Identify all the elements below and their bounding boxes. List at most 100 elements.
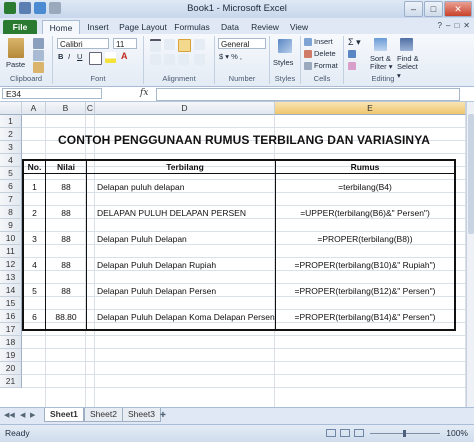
cell-no[interactable]: 6 — [24, 312, 45, 322]
format-cells-icon[interactable] — [304, 62, 312, 70]
cell-terbilang[interactable]: Delapan Puluh Delapan Persen — [97, 286, 275, 296]
cell-rumus[interactable]: =UPPER(terbilang(B6)&" Persen") — [276, 208, 454, 218]
align-right-icon[interactable] — [178, 54, 189, 65]
restore-icon[interactable]: □ — [454, 21, 459, 30]
row-header[interactable]: 16 — [0, 310, 22, 323]
insert-cells-icon[interactable] — [304, 38, 312, 46]
formula-input[interactable] — [156, 88, 460, 101]
row-header[interactable]: 11 — [0, 245, 22, 258]
header-no[interactable]: No. — [24, 162, 45, 172]
underline-icon[interactable]: U — [77, 52, 82, 61]
row-header[interactable]: 1 — [0, 115, 22, 128]
italic-icon[interactable]: I — [68, 52, 70, 61]
cell-nilai[interactable]: 88 — [46, 182, 86, 192]
tab-review[interactable]: Review — [248, 20, 282, 34]
orientation-icon[interactable] — [194, 39, 205, 50]
row-header[interactable]: 20 — [0, 362, 22, 375]
column-header-c[interactable]: C — [86, 102, 95, 115]
font-size-select[interactable]: 11 — [113, 38, 137, 49]
row-header[interactable]: 13 — [0, 271, 22, 284]
next-sheet-icon[interactable]: ▶ — [30, 411, 35, 419]
font-name-select[interactable]: Calibri — [57, 38, 109, 49]
autosum-button[interactable]: Σ ▾ — [348, 37, 361, 48]
normal-view-icon[interactable] — [326, 429, 336, 437]
header-terbilang[interactable]: Terbilang — [95, 162, 275, 172]
cell-no[interactable]: 3 — [24, 234, 45, 244]
row-header[interactable]: 12 — [0, 258, 22, 271]
clear-icon[interactable] — [348, 62, 356, 70]
header-rumus[interactable]: Rumus — [276, 162, 454, 172]
cell-terbilang[interactable]: Delapan Puluh Delapan — [97, 234, 275, 244]
page-break-view-icon[interactable] — [354, 429, 364, 437]
insert-button[interactable]: Insert — [314, 37, 333, 46]
insert-function-icon[interactable]: fx — [140, 88, 148, 98]
cell-rumus[interactable]: =PROPER(terbilang(B10)&" Rupiah") — [276, 260, 454, 270]
row-header[interactable]: 7 — [0, 193, 22, 206]
zoom-slider[interactable] — [370, 430, 440, 437]
row-header[interactable]: 3 — [0, 141, 22, 154]
page-layout-view-icon[interactable] — [340, 429, 350, 437]
cell-no[interactable]: 4 — [24, 260, 45, 270]
cell-nilai[interactable]: 88 — [46, 260, 86, 270]
vertical-scrollbar[interactable] — [466, 102, 474, 407]
column-header-e[interactable]: E — [275, 102, 466, 115]
row-header[interactable]: 8 — [0, 206, 22, 219]
column-header-b[interactable]: B — [46, 102, 86, 115]
cell-no[interactable]: 1 — [24, 182, 45, 192]
align-middle-icon[interactable] — [164, 39, 175, 50]
delete-cells-icon[interactable] — [304, 50, 312, 58]
fill-color-icon[interactable] — [105, 52, 116, 63]
minimize-button[interactable]: – — [404, 1, 423, 17]
maximize-button[interactable]: □ — [424, 1, 443, 17]
cell-terbilang[interactable]: Delapan Puluh Delapan Rupiah — [97, 260, 275, 270]
font-color-icon[interactable]: A — [121, 51, 128, 61]
row-header[interactable]: 10 — [0, 232, 22, 245]
cell-nilai[interactable]: 88 — [46, 208, 86, 218]
delete-button[interactable]: Delete — [314, 49, 336, 58]
close-button[interactable]: ✕ — [444, 1, 472, 17]
borders-icon[interactable] — [89, 52, 102, 65]
cell-no[interactable]: 2 — [24, 208, 45, 218]
sort-filter-dropdown[interactable]: Filter ▾ — [370, 62, 393, 71]
name-box[interactable]: E34 — [2, 88, 102, 99]
cell-rumus[interactable]: =terbilang(B4) — [276, 182, 454, 192]
column-header-d[interactable]: D — [95, 102, 275, 115]
row-header[interactable]: 15 — [0, 297, 22, 310]
align-bottom-icon[interactable] — [178, 39, 191, 52]
close-workbook-icon[interactable]: ✕ — [463, 21, 470, 30]
row-header[interactable]: 18 — [0, 336, 22, 349]
find-binoculars-icon[interactable] — [400, 38, 413, 51]
sheet-tab-sheet3[interactable]: Sheet3 — [122, 408, 161, 422]
cell-nilai[interactable]: 88 — [46, 286, 86, 296]
insert-sheet-icon[interactable]: ✚ — [160, 411, 166, 419]
fill-icon[interactable] — [348, 50, 356, 58]
row-header[interactable]: 19 — [0, 349, 22, 362]
tab-home[interactable]: Home — [42, 20, 80, 35]
row-header[interactable]: 5 — [0, 167, 22, 180]
cell-nilai[interactable]: 88 — [46, 234, 86, 244]
cut-icon[interactable] — [33, 38, 44, 49]
zoom-level[interactable]: 100% — [446, 428, 468, 438]
row-header[interactable]: 9 — [0, 219, 22, 232]
copy-icon[interactable] — [33, 50, 44, 61]
row-header[interactable]: 21 — [0, 375, 22, 388]
tab-file[interactable]: File — [3, 20, 37, 34]
format-painter-icon[interactable] — [33, 62, 44, 73]
sort-filter-icon[interactable] — [374, 38, 387, 51]
row-header[interactable]: 6 — [0, 180, 22, 193]
cell-rumus[interactable]: =PROPER(terbilang(B12)&" Persen") — [276, 286, 454, 296]
row-header[interactable]: 4 — [0, 154, 22, 167]
prev-sheet-icon[interactable]: ◀ — [20, 411, 25, 419]
worksheet-grid[interactable]: A B C D E 1 2 3 4 5 6 7 8 9 10 11 12 13 14 15 16 17 18 19 2… — [0, 102, 466, 407]
cell-terbilang[interactable]: DELAPAN PULUH DELAPAN PERSEN — [97, 208, 275, 218]
align-left-icon[interactable] — [150, 54, 161, 65]
column-header-a[interactable]: A — [22, 102, 46, 115]
tab-data[interactable]: Data — [216, 20, 244, 34]
help-icon[interactable]: ? — [438, 21, 442, 30]
first-sheet-icon[interactable]: ◀◀ — [4, 411, 15, 419]
merge-center-icon[interactable] — [194, 54, 205, 65]
row-header[interactable]: 2 — [0, 128, 22, 141]
sheet-tab-sheet2[interactable]: Sheet2 — [84, 408, 123, 422]
cell-no[interactable]: 5 — [24, 286, 45, 296]
sheet-tab-sheet1[interactable]: Sheet1 — [44, 408, 84, 422]
